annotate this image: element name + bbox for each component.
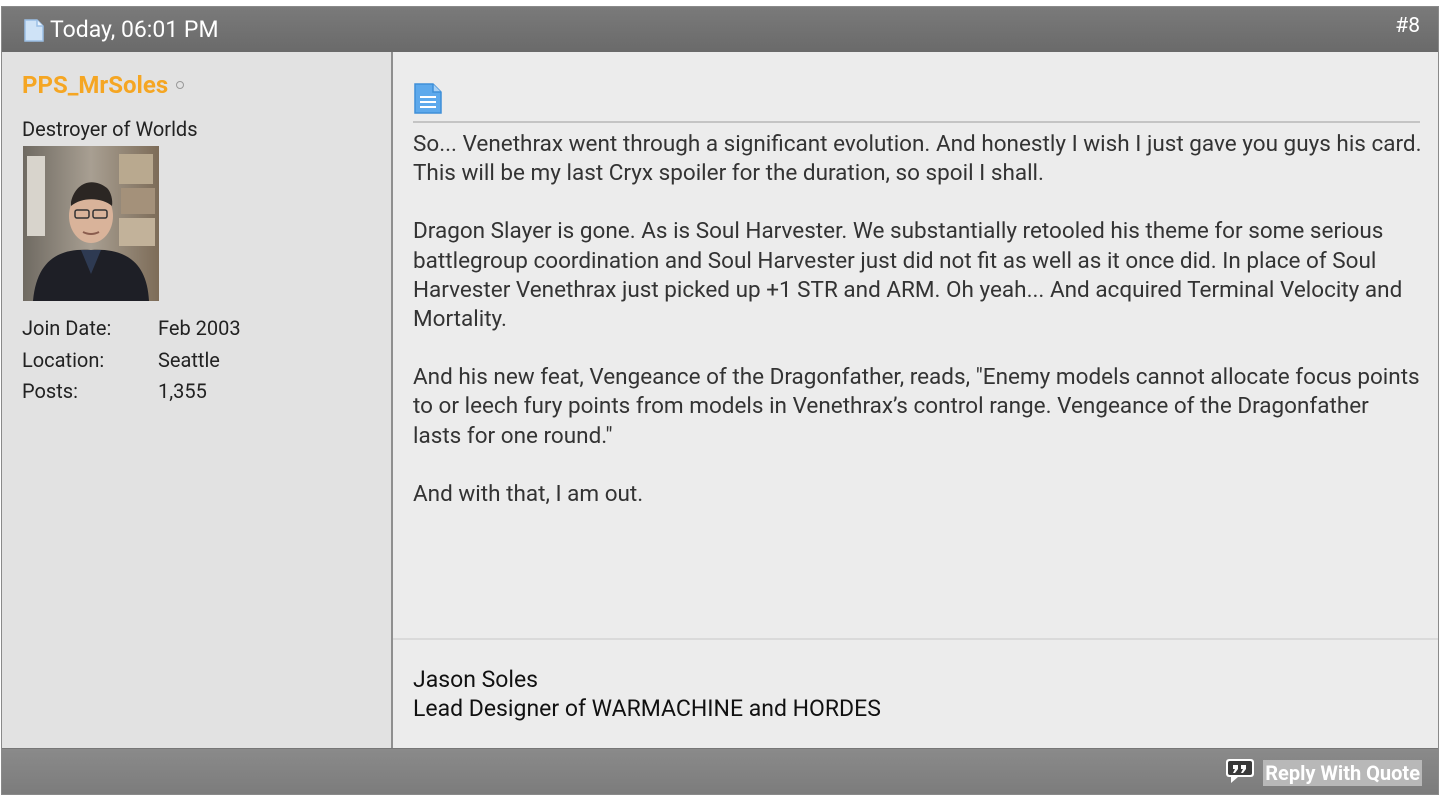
user-info-panel: PPS_MrSoles Destroyer of Worlds Join Dat… [2,52,393,749]
reply-with-quote-button[interactable]: Reply With Quote [1225,758,1422,789]
post-number-link[interactable]: #8 [1395,14,1420,38]
message-paragraph: And his new feat, Vengeance of the Drago… [413,364,1420,449]
stat-posts: Posts: 1,355 [22,377,241,409]
signature-divider [393,638,1438,640]
signature-name: Jason Soles [413,666,539,693]
user-title: Destroyer of Worlds [22,117,198,141]
stat-value: 1,355 [158,379,207,403]
avatar[interactable] [23,146,159,301]
stat-label: Posts: [22,379,78,403]
reply-with-quote-label: Reply With Quote [1263,760,1422,786]
post-header: Today, 06:01 PM #8 [2,7,1438,52]
post-footer: Reply With Quote [2,748,1438,794]
stat-location: Location: Seattle [22,346,241,378]
post-message: So... Venethrax went through a significa… [413,130,1422,538]
message-paragraph: Dragon Slayer is gone. As is Soul Harves… [413,218,1403,333]
forum-post: Today, 06:01 PM #8 PPS_MrSoles Destroyer… [1,6,1439,795]
post-date-text: Today, 06:01 PM [50,16,219,43]
stat-join-date: Join Date: Feb 2003 [22,314,241,346]
username-row: PPS_MrSoles [22,72,185,98]
post-document-icon [413,82,443,115]
document-icon [24,18,44,42]
stat-value: Seattle [158,347,220,372]
message-paragraph: So... Venethrax went through a significa… [413,131,1422,187]
content-divider [413,121,1420,123]
stat-label: Join Date: [22,316,112,340]
signature-role: Lead Designer of WARMACHINE and HORDES [413,695,881,722]
signature: Jason Soles Lead Designer of WARMACHINE … [413,665,881,723]
offline-status-icon [176,81,185,89]
post-content: So... Venethrax went through a significa… [393,52,1438,749]
stat-label: Location: [22,347,105,372]
quote-icon [1225,758,1255,789]
message-paragraph: And with that, I am out. [413,480,644,507]
user-stats: Join Date: Feb 2003 Location: Seattle Po… [22,314,241,409]
stat-value: Feb 2003 [158,316,241,340]
post-date: Today, 06:01 PM [24,18,219,42]
username-link[interactable]: PPS_MrSoles [22,72,168,98]
